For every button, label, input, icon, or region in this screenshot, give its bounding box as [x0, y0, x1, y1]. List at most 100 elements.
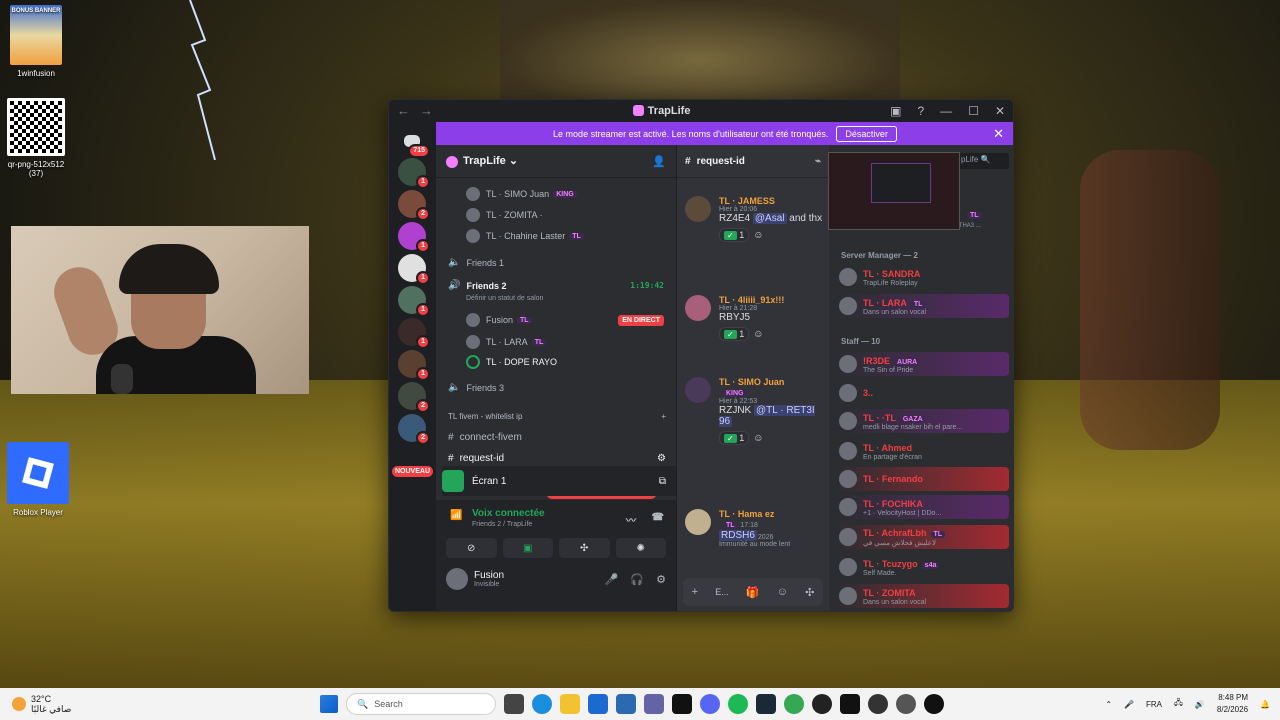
back-arrow-icon[interactable]: ← — [397, 103, 410, 118]
reaction[interactable]: ✓ 1 — [719, 431, 750, 445]
app-icon[interactable] — [840, 694, 860, 714]
voice-member-row[interactable]: TL · Chahine Laster TL — [436, 229, 676, 243]
emoji-icon[interactable]: ☺ — [777, 586, 788, 598]
disconnect-icon[interactable]: ☎ — [652, 512, 664, 523]
chevron-up-icon[interactable]: ⌃ — [1105, 700, 1112, 709]
steam-icon[interactable] — [756, 694, 776, 714]
app-icon[interactable] — [924, 694, 944, 714]
member-row[interactable]: TL · Fernando — [835, 467, 1009, 491]
member-row[interactable]: TL · Tcuzygo s4a Self Made. — [835, 555, 1009, 579]
mention[interactable]: @Asal — [752, 213, 787, 224]
add-reaction-icon[interactable]: ☺ — [753, 230, 763, 241]
language-indicator[interactable]: FRA — [1146, 700, 1162, 709]
voice-channel-friends2[interactable]: 🔊 Friends 2 1:19:42 — [436, 280, 676, 291]
taskbar-search[interactable]: 🔍 Search — [346, 693, 496, 715]
add-reaction-icon[interactable]: ☺ — [753, 433, 763, 444]
server-icon[interactable]: 1 — [398, 350, 430, 381]
reaction[interactable]: ✓ 1 — [719, 228, 750, 242]
server-icon[interactable]: 1 — [398, 158, 430, 189]
plus-icon[interactable]: + — [692, 586, 698, 598]
voice-channel-friends1[interactable]: 🔈 Friends 1 — [436, 257, 676, 268]
minimize-button[interactable]: — — [940, 104, 952, 118]
server-icon[interactable]: 1 — [398, 222, 430, 253]
discord-home-icon[interactable]: 715 — [398, 127, 430, 158]
settings-gear-icon[interactable]: ⚙ — [657, 453, 666, 464]
message[interactable]: TL · 4liiii_91x!!! Hier à 21:28 RBYJ5 ✓ … — [685, 295, 825, 341]
member-row[interactable]: TL · LARA TL Dans un salon vocal — [835, 294, 1009, 318]
camera-off-button[interactable]: ⊘ — [446, 538, 497, 558]
microphone-icon[interactable]: 🎤 — [1124, 700, 1134, 709]
help-icon[interactable]: ? — [917, 104, 924, 118]
server-header[interactable]: TrapLife ⌄ 👤 — [436, 145, 676, 178]
voice-member-row[interactable]: TL · SIMO Juan KING — [436, 187, 676, 201]
server-icon[interactable]: 1 — [398, 286, 430, 317]
popout-icon[interactable]: ⧉ — [659, 476, 666, 487]
close-button[interactable]: ✕ — [995, 104, 1005, 118]
member-row[interactable]: 3.. — [835, 381, 1009, 405]
member-row[interactable]: TL · AchrafLbh TL لاعليش فحلاش مسي في — [835, 525, 1009, 549]
close-icon[interactable]: ✕ — [993, 126, 1004, 142]
member-row[interactable]: TL · FOCHIKA +1 · VelocityHost | DDo... — [835, 495, 1009, 519]
headphones-icon[interactable]: 🎧 — [630, 573, 644, 586]
notification-icon[interactable]: 🔔 — [1260, 700, 1270, 709]
composer-input[interactable]: E... — [715, 587, 729, 597]
member-row[interactable]: !R3DE AURA The Sin of Pride — [835, 352, 1009, 376]
category-header[interactable]: TL fivem - whitelist ip + — [436, 412, 676, 421]
soundboard-button[interactable]: ✺ — [615, 538, 666, 558]
voice-member-row[interactable]: TL · ZOMITA · — [436, 208, 676, 222]
activities-button[interactable]: ✣ — [559, 538, 610, 558]
member-row[interactable]: TL · ZOMITA Dans un salon vocal — [835, 584, 1009, 608]
desktop-icon-qr[interactable]: qr-png-512x512 (37) — [0, 98, 72, 178]
voice-member-row[interactable]: Fusion TL EN DIRECT — [436, 313, 676, 327]
server-icon[interactable]: 2 — [398, 414, 430, 445]
discord-icon[interactable] — [700, 694, 720, 714]
voice-status[interactable]: Définir un statut de salon — [436, 295, 676, 302]
reaction[interactable]: ✓ 1 — [719, 327, 750, 341]
teams-icon[interactable] — [644, 694, 664, 714]
add-channel-icon[interactable]: + — [661, 412, 666, 421]
screenshare-panel[interactable]: Écran 1 ⧉ — [442, 466, 676, 496]
weather-widget[interactable]: 32°C صافي غالبًا — [0, 694, 300, 715]
edge-icon[interactable] — [532, 694, 552, 714]
threads-icon[interactable]: ⌁ — [815, 156, 821, 167]
inbox-icon[interactable]: ▣ — [890, 104, 901, 118]
message[interactable]: TL · SIMO Juan KING Hier à 22:53 RZJNK @… — [685, 377, 825, 445]
message[interactable]: TL · JAMESS Hier à 20:06 RZ4E4 @Asal and… — [685, 196, 825, 242]
microphone-icon[interactable]: 🎤 — [605, 573, 619, 586]
maximize-button[interactable]: ☐ — [968, 104, 979, 118]
avatar[interactable] — [446, 568, 468, 590]
new-badge[interactable]: NOUVEAU — [392, 466, 434, 477]
server-icon[interactable]: 1 — [398, 254, 430, 285]
voice-channel-friends3[interactable]: 🔈 Friends 3 — [436, 382, 676, 393]
outlook-icon[interactable] — [588, 694, 608, 714]
add-member-icon[interactable]: 👤 — [652, 155, 666, 168]
server-icon[interactable]: 1 — [398, 318, 430, 349]
obs-icon[interactable] — [868, 694, 888, 714]
network-icon[interactable]: 🖧 — [1174, 697, 1183, 711]
message-composer[interactable]: + E... 🎁 ☺ ✣ — [683, 578, 823, 606]
terminal-icon[interactable] — [672, 694, 692, 714]
noise-suppression-icon[interactable]: 〰 — [626, 512, 636, 527]
text-channel-connect[interactable]: # connect-fivem — [436, 432, 676, 443]
desktop-icon-1winfusion[interactable]: BONUS BANNER 1winfusion — [0, 5, 72, 78]
file-explorer-icon[interactable] — [560, 694, 580, 714]
forward-arrow-icon[interactable]: → — [420, 103, 433, 118]
spotify-icon[interactable] — [728, 694, 748, 714]
voice-member-row[interactable]: TL · LARA TL — [436, 335, 676, 349]
clock[interactable]: 8:48 PM 8/2/2026 — [1217, 692, 1248, 716]
volume-icon[interactable]: 🔊 — [1195, 700, 1205, 709]
windows-start-icon[interactable] — [320, 695, 338, 713]
voice-member-row[interactable]: TL · DOPE RAYO — [436, 355, 676, 369]
screen-share-button[interactable]: ▣ — [502, 538, 553, 558]
gift-icon[interactable]: 🎁 — [746, 586, 760, 599]
text-channel-request[interactable]: # request-id ⚙ — [436, 453, 676, 464]
taskview-icon[interactable] — [504, 694, 524, 714]
member-row[interactable]: TL · Ahmed En partage d'écran — [835, 439, 1009, 463]
app-icon[interactable] — [812, 694, 832, 714]
message[interactable]: TL · Hama ez TL 17:18 RDSH6 Immunité au … — [685, 509, 825, 548]
stream-preview[interactable] — [828, 152, 960, 230]
voice-connected-status[interactable]: 📶 Voix connectée Friends 2 / TrapLife 〰 … — [436, 500, 676, 528]
settings-gear-icon[interactable] — [896, 694, 916, 714]
member-row[interactable]: TL · SANDRA TrapLife Roleplay — [835, 265, 1009, 289]
settings-gear-icon[interactable]: ⚙ — [656, 573, 666, 586]
